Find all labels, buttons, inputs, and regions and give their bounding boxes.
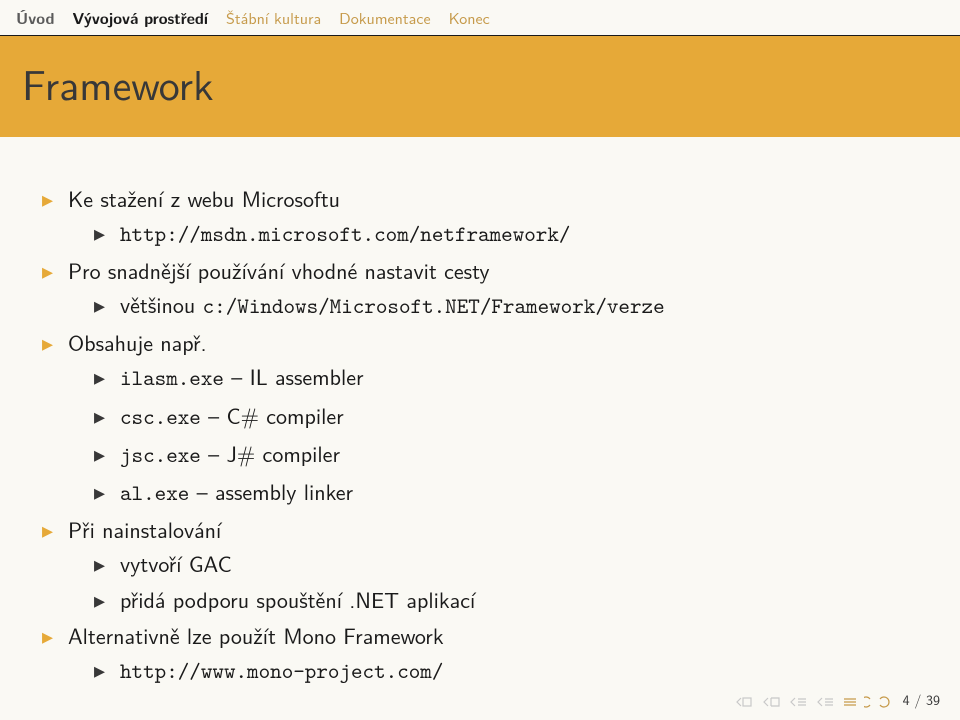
list-item: Ke stažení z webu Microsoftu http://msdn… <box>68 181 920 251</box>
nav-fwd-icon[interactable] <box>816 691 836 710</box>
title-bar: Framework <box>0 36 960 137</box>
list-text: přidá podporu spouštění .NET aplikací <box>120 583 475 615</box>
list-text-tt: csc.exe <box>120 402 201 431</box>
list-text-tt: al.exe <box>120 478 189 507</box>
list-item: Obsahuje např. ilasm.exe – IL assembler … <box>68 325 920 509</box>
list-item: ilasm.exe – IL assembler <box>120 359 920 395</box>
nav-item-uvod[interactable]: Úvod <box>16 6 55 29</box>
nav-item-dokumentace[interactable]: Dokumentace <box>339 6 430 29</box>
footer: 4 / 39 <box>735 690 940 710</box>
list-item: Pro snadnější používání vhodné nastavit … <box>68 253 920 323</box>
list-text: Alternativně lze použít Mono Framework <box>68 619 444 651</box>
list-text-tt: jsc.exe <box>120 440 201 469</box>
page-counter: 4 / 39 <box>897 690 940 710</box>
nav-item-vyvojova[interactable]: Vývojová prostředí <box>73 6 208 29</box>
list-item: al.exe – assembly linker <box>120 474 920 510</box>
list-item: většinou c:/Windows/Microsoft.NET/Framew… <box>120 287 920 323</box>
nav-item-konec[interactable]: Konec <box>449 6 490 29</box>
list-text-tt: c:/Windows/Microsoft.NET/Framework/verze <box>203 291 665 320</box>
content: Ke stažení z webu Microsoftu http://msdn… <box>0 137 960 710</box>
list-text: http://msdn.microsoft.com/netframework/ <box>120 219 570 248</box>
list-item: přidá podporu spouštění .NET aplikací <box>120 582 920 616</box>
page-title: Framework <box>22 52 938 113</box>
list-item: csc.exe – C# compiler <box>120 398 920 434</box>
list-item: vytvoří GAC <box>120 546 920 580</box>
navbar: Úvod Vývojová prostředí Štábní kultura D… <box>0 0 960 35</box>
nav-item-stabni[interactable]: Štábní kultura <box>226 6 321 29</box>
list-text: Pro snadnější používání vhodné nastavit … <box>68 254 490 286</box>
list-text: – J# compiler <box>201 437 340 469</box>
list-item: jsc.exe – J# compiler <box>120 436 920 472</box>
nav-undo-icon[interactable] <box>864 691 890 710</box>
list-item: Při nainstalování vytvoří GAC přidá podp… <box>68 512 920 616</box>
list-text: – C# compiler <box>201 399 344 431</box>
list-item: Alternativně lze použít Mono Framework h… <box>68 618 920 688</box>
list-text: – assembly linker <box>189 475 353 507</box>
list-text-tt: ilasm.exe <box>120 363 224 392</box>
list-text: Při nainstalování <box>68 513 221 545</box>
list-text: – IL assembler <box>224 360 364 392</box>
list-text: Obsahuje např. <box>68 326 207 358</box>
nav-back-icon[interactable] <box>789 691 809 710</box>
nav-first-icon[interactable] <box>735 691 755 710</box>
nav-menu-icon[interactable] <box>843 691 857 710</box>
list-item: http://www.mono-project.com/ <box>120 652 920 688</box>
list-text: Ke stažení z webu Microsoftu <box>68 182 340 214</box>
list-item: http://msdn.microsoft.com/netframework/ <box>120 215 920 251</box>
list-text: vytvoří GAC <box>120 547 232 579</box>
nav-prev-icon[interactable] <box>762 691 782 710</box>
list-text: většinou <box>120 288 203 320</box>
list-text: http://www.mono-project.com/ <box>120 656 443 685</box>
